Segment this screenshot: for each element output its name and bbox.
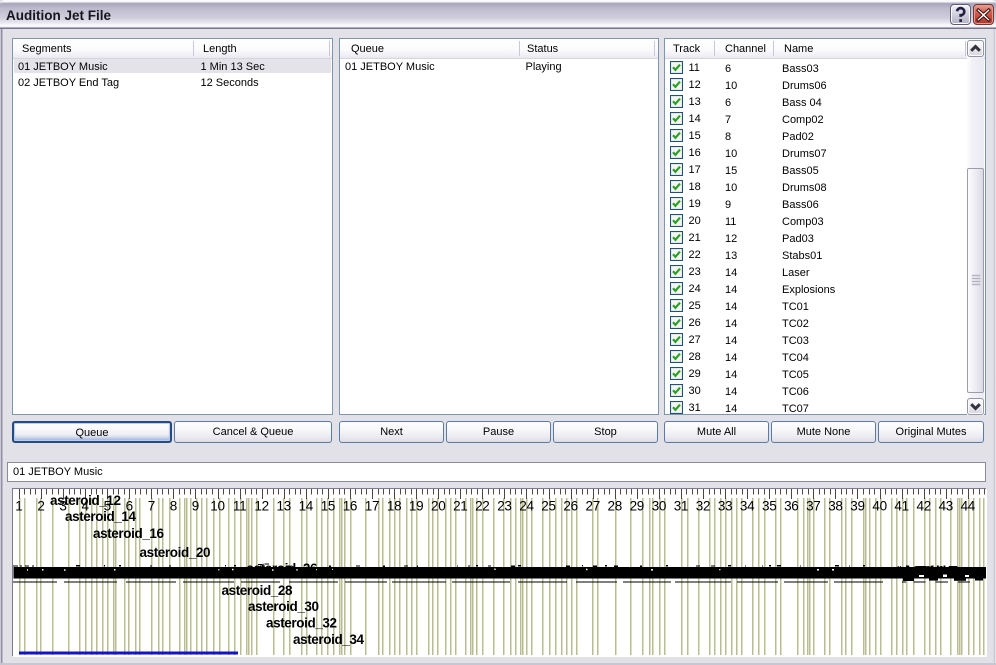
svg-text:35: 35 bbox=[762, 499, 776, 514]
svg-text:27: 27 bbox=[585, 499, 599, 514]
svg-text:28: 28 bbox=[607, 499, 621, 514]
svg-text:42: 42 bbox=[916, 499, 930, 514]
svg-text:38: 38 bbox=[828, 499, 842, 514]
svg-text:19: 19 bbox=[409, 499, 423, 514]
svg-text:44: 44 bbox=[961, 499, 976, 514]
svg-text:31: 31 bbox=[674, 499, 688, 514]
svg-text:41: 41 bbox=[894, 499, 908, 514]
svg-text:asteroid_20: asteroid_20 bbox=[140, 545, 211, 560]
svg-text:40: 40 bbox=[872, 499, 886, 514]
svg-text:34: 34 bbox=[740, 499, 755, 514]
svg-text:14: 14 bbox=[299, 499, 314, 514]
svg-text:16: 16 bbox=[343, 499, 357, 514]
svg-text:18: 18 bbox=[387, 499, 401, 514]
svg-text:20: 20 bbox=[431, 499, 445, 514]
svg-text:29: 29 bbox=[630, 499, 644, 514]
svg-text:22: 22 bbox=[475, 499, 489, 514]
svg-text:asteroid_34: asteroid_34 bbox=[293, 632, 365, 647]
svg-text:43: 43 bbox=[939, 499, 953, 514]
svg-text:9: 9 bbox=[192, 499, 199, 514]
svg-text:2: 2 bbox=[37, 499, 44, 514]
svg-text:39: 39 bbox=[850, 499, 864, 514]
svg-text:30: 30 bbox=[652, 499, 666, 514]
svg-text:asteroid_16: asteroid_16 bbox=[93, 526, 165, 541]
svg-text:37: 37 bbox=[806, 499, 820, 514]
svg-text:15: 15 bbox=[321, 499, 335, 514]
svg-text:asteroid_30: asteroid_30 bbox=[248, 599, 319, 614]
svg-text:11: 11 bbox=[233, 499, 246, 514]
svg-text:asteroid_12: asteroid_12 bbox=[50, 493, 121, 508]
svg-text:33: 33 bbox=[718, 499, 732, 514]
svg-text:21: 21 bbox=[453, 499, 467, 514]
svg-text:12: 12 bbox=[254, 499, 268, 514]
svg-text:8: 8 bbox=[170, 499, 177, 514]
svg-text:24: 24 bbox=[519, 499, 534, 514]
svg-text:1: 1 bbox=[15, 499, 22, 514]
svg-text:32: 32 bbox=[696, 499, 710, 514]
svg-text:26: 26 bbox=[563, 499, 577, 514]
svg-text:asteroid_32: asteroid_32 bbox=[266, 616, 337, 631]
svg-text:asteroid_28: asteroid_28 bbox=[222, 583, 294, 598]
svg-text:25: 25 bbox=[541, 499, 555, 514]
svg-text:23: 23 bbox=[497, 499, 511, 514]
svg-text:17: 17 bbox=[365, 499, 379, 514]
svg-text:10: 10 bbox=[210, 499, 224, 514]
svg-text:7: 7 bbox=[148, 499, 155, 514]
svg-text:36: 36 bbox=[784, 499, 798, 514]
svg-text:asteroid_14: asteroid_14 bbox=[65, 509, 137, 524]
svg-text:13: 13 bbox=[276, 499, 290, 514]
